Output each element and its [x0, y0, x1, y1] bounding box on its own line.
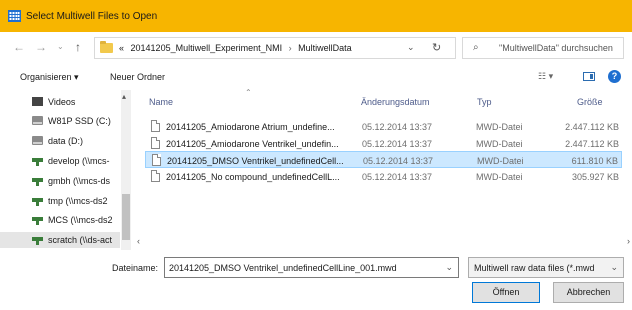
file-name: 20141205_DMSO Ventrikel_undefinedCell...: [167, 156, 344, 166]
file-date: 05.12.2014 13:37: [362, 139, 433, 149]
nav-item-mcs[interactable]: MCS (\\mcs-ds2: [30, 212, 122, 228]
file-size: 611.810 KB: [571, 156, 618, 166]
file-name: 20141205_No compound_undefinedCellL...: [166, 172, 340, 182]
sort-indicator-icon: ⌃: [245, 88, 252, 97]
file-list: ⌃ Name Änderungsdatum Typ Größe 20141205…: [137, 88, 632, 238]
drive-icon: [32, 116, 43, 125]
breadcrumb-item-experiment[interactable]: 20141205_Multiwell_Experiment_NMI: [131, 43, 283, 53]
search-placeholder: "MultiwellData" durchsuchen: [499, 43, 613, 53]
filename-value: 20141205_DMSO Ventrikel_undefinedCellLin…: [169, 263, 397, 273]
horizontal-scrollbar[interactable]: ‹ ›: [133, 236, 632, 248]
window-title: Select Multiwell Files to Open: [26, 11, 158, 22]
nav-scrollbar[interactable]: ▴: [121, 90, 131, 250]
breadcrumb: « 20141205_Multiwell_Experiment_NMI › Mu…: [119, 43, 352, 53]
nav-item-scratch[interactable]: scratch (\\ds-act: [0, 232, 120, 248]
file-icon: [151, 120, 160, 132]
file-icon: [151, 137, 160, 149]
file-name: 20141205_Amiodarone Atrium_undefine...: [166, 122, 335, 132]
help-icon[interactable]: ?: [608, 70, 621, 83]
file-type: MWD-Datei: [476, 139, 523, 149]
filename-label: Dateiname:: [112, 263, 159, 273]
nav-item-label: scratch (\\ds-act: [48, 235, 113, 245]
preview-pane-icon[interactable]: [583, 72, 595, 81]
refresh-icon[interactable]: ↻: [432, 41, 441, 54]
network-drive-icon: [32, 158, 43, 166]
column-header-type[interactable]: Typ: [477, 97, 492, 107]
filetype-value: Multiwell raw data files (*.mwd: [474, 263, 595, 273]
nav-item-c-drive[interactable]: W81P SSD (C:): [30, 113, 122, 129]
file-date: 05.12.2014 13:37: [362, 122, 433, 132]
nav-item-videos[interactable]: Videos: [30, 94, 122, 110]
chevron-down-icon[interactable]: ⌄: [610, 262, 618, 273]
file-type: MWD-Datei: [476, 172, 523, 182]
network-drive-icon: [32, 198, 43, 206]
navigation-pane: Videos W81P SSD (C:) data (D:) develop (…: [0, 90, 133, 250]
scrollbar-thumb[interactable]: [122, 194, 130, 240]
nav-item-label: tmp (\\mcs-ds2: [48, 196, 108, 206]
app-grid-icon: [8, 10, 21, 22]
file-date: 05.12.2014 13:37: [363, 156, 434, 166]
forward-arrow-icon[interactable]: →: [35, 40, 47, 54]
breadcrumb-separator-icon[interactable]: ›: [289, 43, 292, 53]
file-icon: [152, 154, 161, 166]
address-dropdown-icon[interactable]: ⌄: [407, 42, 415, 53]
nav-item-label: data (D:): [48, 136, 84, 146]
nav-item-develop[interactable]: develop (\\mcs-: [30, 153, 122, 169]
breadcrumb-overflow[interactable]: «: [119, 43, 124, 53]
file-name: 20141205_Amiodarone Ventrikel_undefin...: [166, 139, 339, 149]
network-drive-icon: [32, 178, 43, 186]
nav-item-tmp[interactable]: tmp (\\mcs-ds2: [30, 193, 122, 209]
scroll-left-icon[interactable]: ‹: [137, 236, 140, 246]
file-icon: [151, 170, 160, 182]
column-header-date[interactable]: Änderungsdatum: [361, 97, 430, 107]
scroll-right-icon[interactable]: ›: [627, 236, 630, 246]
file-row[interactable]: 20141205_No compound_undefinedCellL... 0…: [145, 168, 622, 185]
column-header-name[interactable]: Name: [149, 97, 173, 107]
filetype-select[interactable]: Multiwell raw data files (*.mwd ⌄: [468, 257, 624, 278]
file-row[interactable]: 20141205_Amiodarone Atrium_undefine... 0…: [145, 118, 622, 135]
folder-icon: [100, 41, 113, 53]
column-header-size[interactable]: Größe: [577, 97, 603, 107]
network-drive-icon: [32, 237, 43, 245]
file-row-selected[interactable]: 20141205_DMSO Ventrikel_undefinedCell...…: [145, 151, 622, 168]
view-options-icon[interactable]: ☷ ▾: [538, 71, 553, 82]
cancel-button[interactable]: Abbrechen: [553, 282, 624, 303]
title-bar[interactable]: Select Multiwell Files to Open: [0, 0, 632, 32]
back-arrow-icon[interactable]: ←: [13, 40, 25, 54]
up-arrow-icon[interactable]: ↑: [75, 40, 81, 54]
command-bar: Organisieren ▾ Neuer Ordner ☷ ▾ ?: [0, 64, 632, 90]
file-size: 2.447.112 KB: [565, 139, 619, 149]
file-row[interactable]: 20141205_Amiodarone Ventrikel_undefin...…: [145, 135, 622, 152]
search-icon: ⌕: [473, 42, 479, 53]
recent-locations-chevron-icon[interactable]: ⌄: [57, 40, 64, 54]
drive-icon: [32, 136, 43, 145]
nav-item-label: MCS (\\mcs-ds2: [48, 215, 113, 225]
address-bar[interactable]: « 20141205_Multiwell_Experiment_NMI › Mu…: [94, 37, 456, 59]
breadcrumb-item-multiwelldata[interactable]: MultiwellData: [298, 43, 352, 53]
nav-item-d-drive[interactable]: data (D:): [30, 133, 122, 149]
open-button[interactable]: Öffnen: [472, 282, 540, 303]
network-drive-icon: [32, 217, 43, 225]
file-type: MWD-Datei: [476, 122, 523, 132]
file-date: 05.12.2014 13:37: [362, 172, 433, 182]
chevron-down-icon[interactable]: ⌄: [445, 262, 453, 273]
video-folder-icon: [32, 97, 43, 106]
scroll-up-icon[interactable]: ▴: [122, 92, 126, 101]
nav-item-label: W81P SSD (C:): [48, 116, 111, 126]
filename-field[interactable]: 20141205_DMSO Ventrikel_undefinedCellLin…: [164, 257, 459, 278]
nav-item-gmbh[interactable]: gmbh (\\mcs-ds: [30, 173, 122, 189]
organize-button[interactable]: Organisieren ▾: [20, 72, 79, 83]
file-size: 305.927 KB: [571, 172, 619, 182]
nav-item-label: gmbh (\\mcs-ds: [48, 176, 111, 186]
new-folder-button[interactable]: Neuer Ordner: [110, 72, 165, 82]
file-size: 2.447.112 KB: [565, 122, 619, 132]
search-box[interactable]: ⌕ "MultiwellData" durchsuchen: [462, 37, 624, 59]
nav-item-label: develop (\\mcs-: [48, 156, 110, 166]
file-type: MWD-Datei: [477, 156, 524, 166]
file-open-dialog: Select Multiwell Files to Open ← → ⌄ ↑ «…: [0, 0, 632, 310]
nav-item-label: Videos: [48, 97, 76, 107]
